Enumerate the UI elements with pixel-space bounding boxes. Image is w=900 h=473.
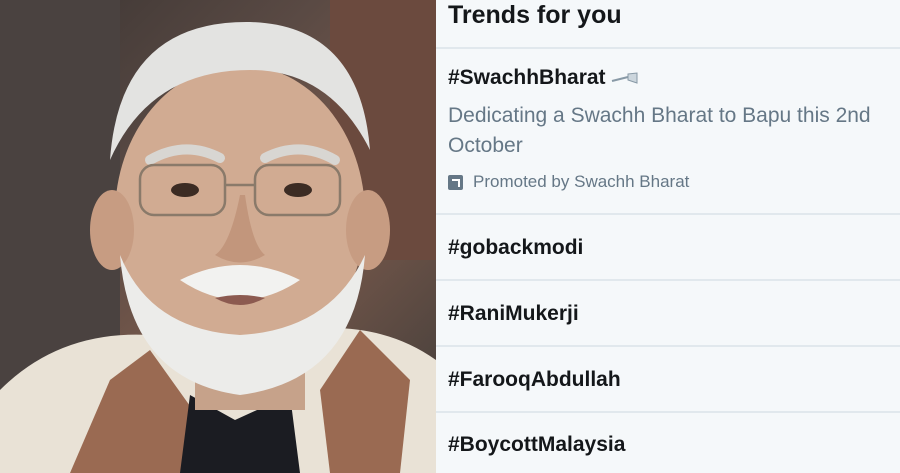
trend-item[interactable]: #RaniMukerji: [448, 302, 579, 326]
divider: [436, 279, 900, 281]
trends-panel: Trends for you #SwachhBharat Dedicating …: [436, 0, 900, 473]
divider: [436, 345, 900, 347]
portrait-illustration: [0, 0, 436, 473]
promoted-trend-label: #SwachhBharat: [448, 66, 606, 89]
divider: [436, 411, 900, 413]
divider: [436, 213, 900, 215]
promoted-by: Promoted by Swachh Bharat: [448, 172, 689, 192]
broom-icon: [611, 72, 638, 85]
trend-item[interactable]: #gobackmodi: [448, 236, 583, 260]
divider: [436, 47, 900, 49]
trend-item[interactable]: #FarooqAbdullah: [448, 368, 621, 392]
news-photo: [0, 0, 436, 473]
panel-title: Trends for you: [448, 1, 622, 29]
promoted-by-label: Promoted by Swachh Bharat: [473, 172, 690, 191]
promoted-trend-description: Dedicating a Swachh Bharat to Bapu this …: [448, 104, 871, 157]
trend-item[interactable]: #BoycottMalaysia: [448, 433, 625, 457]
promoted-trend-hashtag[interactable]: #SwachhBharat: [448, 66, 638, 90]
promoted-arrow-icon: [448, 174, 463, 190]
